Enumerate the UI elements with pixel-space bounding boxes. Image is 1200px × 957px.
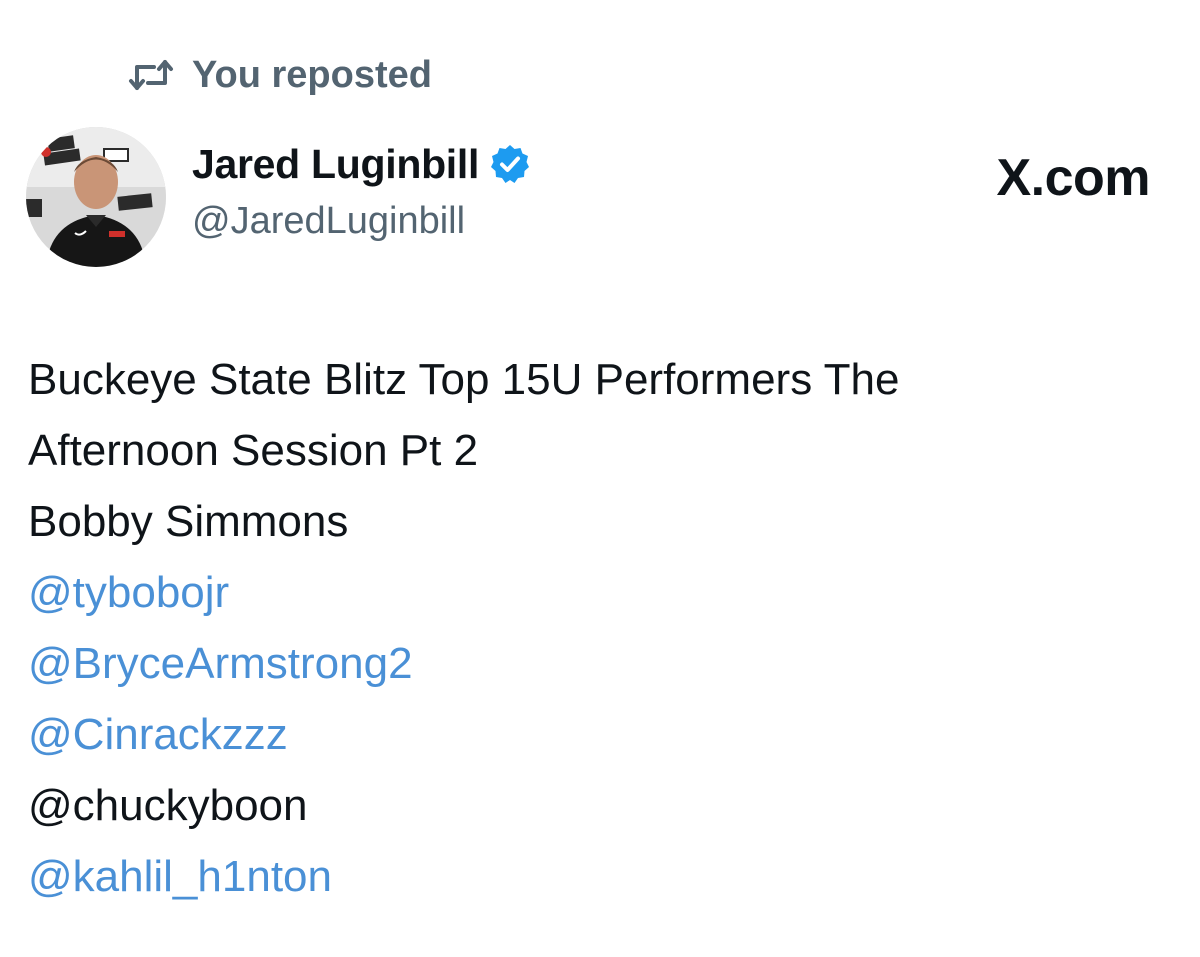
repost-icon [128, 55, 176, 95]
author-handle[interactable]: @JaredLuginbill [192, 200, 465, 243]
repost-label: You reposted [192, 53, 432, 96]
avatar-photo [26, 127, 166, 267]
avatar[interactable] [26, 127, 166, 267]
tweet-text-line: Bobby Simmons [28, 497, 349, 546]
author-name-row[interactable]: Jared Luginbill [192, 138, 531, 190]
tweet-body: Buckeye State Blitz Top 15U Performers T… [28, 344, 1168, 912]
mention-link[interactable]: @Cinrackzzz [28, 699, 1168, 770]
mention-link[interactable]: @BryceArmstrong2 [28, 628, 1168, 699]
site-label: X.com [996, 149, 1150, 207]
verified-badge-icon[interactable] [489, 143, 531, 185]
tweet-text-line: Buckeye State Blitz Top 15U Performers T… [28, 355, 900, 404]
mention-text: @chuckyboon [28, 781, 308, 830]
tweet-text-line: Afternoon Session Pt 2 [28, 426, 479, 475]
mention-link[interactable]: @tybobojr [28, 557, 1168, 628]
repost-indicator: You reposted [128, 52, 432, 98]
author-name[interactable]: Jared Luginbill [192, 141, 479, 188]
mention-link[interactable]: @kahlil_h1nton [28, 841, 1168, 912]
